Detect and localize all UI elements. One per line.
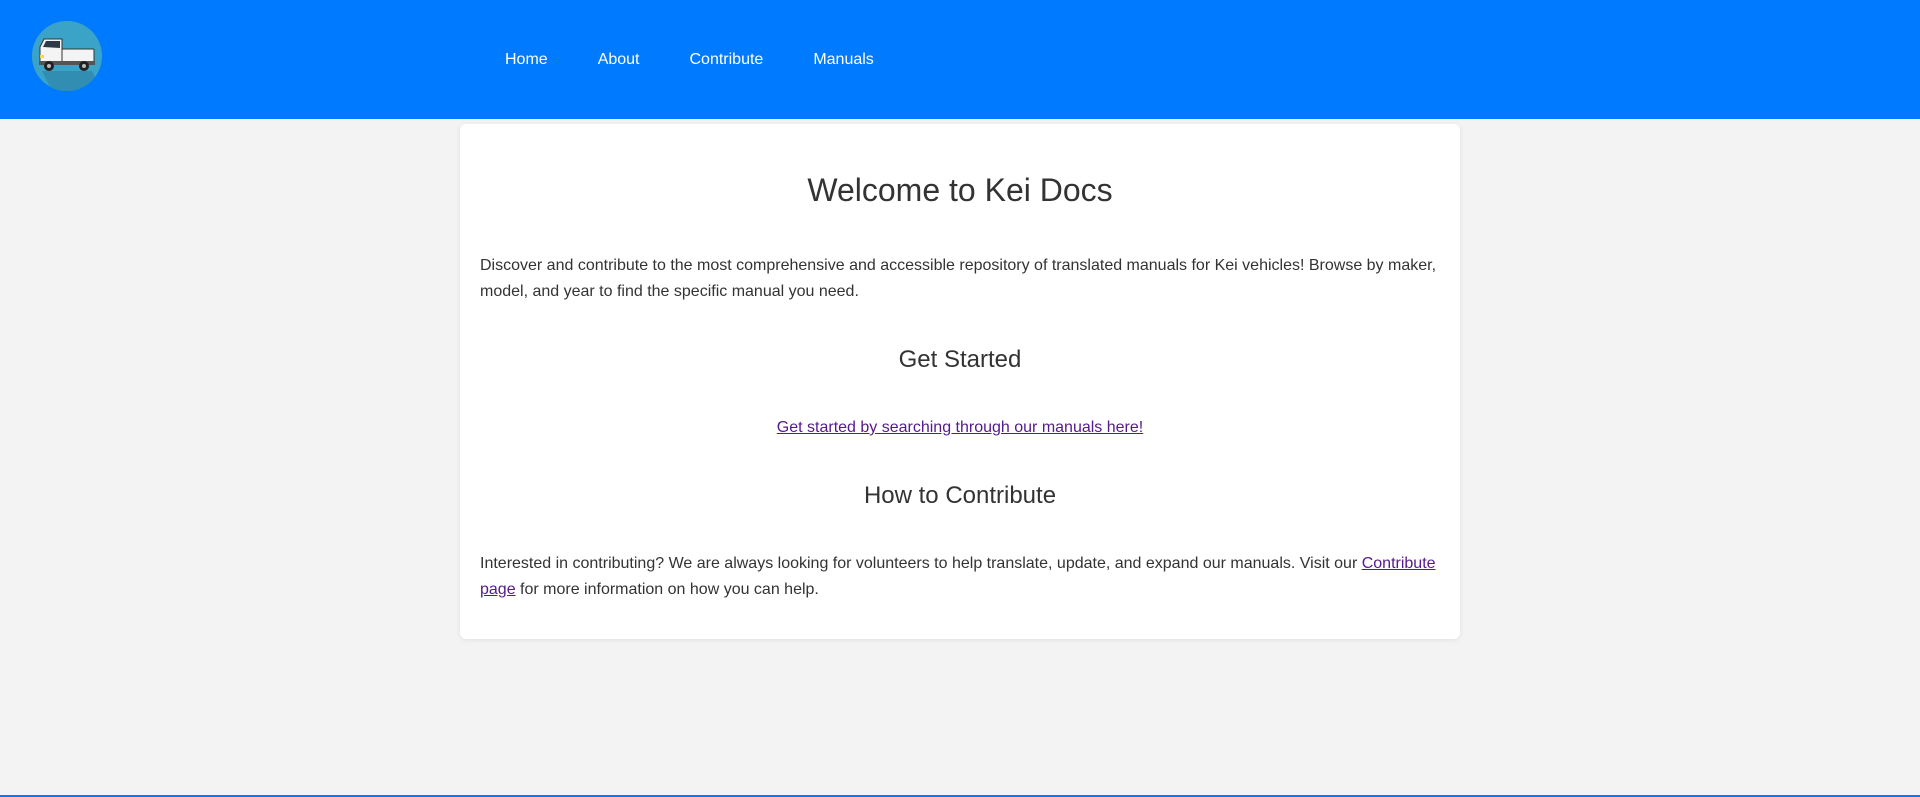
contribute-paragraph: Interested in contributing? We are alway… [480,551,1440,603]
content-card: Welcome to Kei Docs Discover and contrib… [460,124,1460,639]
search-manuals-link[interactable]: Get started by searching through our man… [777,419,1143,436]
nav-home-link[interactable]: Home [480,50,573,70]
contribute-text-before: Interested in contributing? We are alway… [480,555,1362,572]
get-started-heading: Get Started [898,346,1022,373]
get-started-paragraph: Get started by searching through our man… [480,415,1440,441]
how-to-contribute-heading: How to Contribute [863,482,1057,509]
main-nav: Home About Contribute Manuals [480,0,899,119]
top-navbar: Home About Contribute Manuals [0,0,1920,119]
nav-contribute-link[interactable]: Contribute [665,50,789,70]
nav-about-link[interactable]: About [573,50,665,70]
page-title: Welcome to Kei Docs [807,172,1113,208]
nav-manuals-link[interactable]: Manuals [788,50,898,70]
kei-truck-logo-icon[interactable] [32,21,102,91]
contribute-text-after: for more information on how you can help… [515,581,819,598]
intro-paragraph: Discover and contribute to the most comp… [480,257,1437,300]
